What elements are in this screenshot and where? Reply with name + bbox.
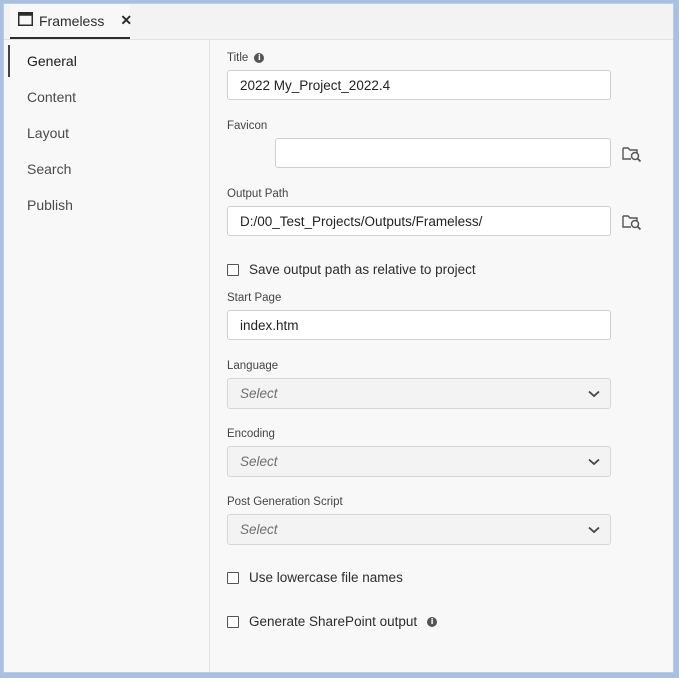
favicon-label: Favicon	[227, 120, 268, 132]
encoding-select[interactable]: Select	[227, 446, 611, 477]
window-icon	[18, 12, 33, 29]
chevron-down-icon	[588, 522, 600, 537]
sharepoint-row: Generate SharePoint output i	[227, 614, 438, 629]
output-path-label: Output Path	[227, 188, 289, 200]
sidebar-item-general[interactable]: General	[4, 43, 209, 79]
sharepoint-checkbox[interactable]	[227, 615, 239, 628]
title-input[interactable]	[227, 70, 611, 100]
save-relative-checkbox[interactable]	[227, 263, 239, 276]
sidebar-item-search[interactable]: Search	[4, 151, 209, 187]
tab-bar: Frameless ✕	[4, 4, 673, 40]
chevron-down-icon	[588, 454, 600, 469]
browse-folder-icon[interactable]	[622, 213, 644, 233]
lowercase-label: Use lowercase file names	[249, 570, 403, 585]
save-relative-row: Save output path as relative to project	[227, 262, 476, 277]
frameless-settings-panel: Frameless ✕ General Content Layout Searc…	[3, 3, 674, 673]
lowercase-row: Use lowercase file names	[227, 570, 403, 585]
post-script-label: Post Generation Script	[227, 496, 343, 508]
lowercase-checkbox[interactable]	[227, 571, 239, 584]
close-icon[interactable]: ✕	[120, 12, 132, 29]
language-select-value: Select	[240, 386, 278, 401]
encoding-label: Encoding	[227, 428, 275, 440]
language-select[interactable]: Select	[227, 378, 611, 409]
post-script-select[interactable]: Select	[227, 514, 611, 545]
sidebar-item-content[interactable]: Content	[4, 79, 209, 115]
chevron-down-icon	[588, 386, 600, 401]
info-icon[interactable]: i	[427, 616, 438, 627]
tab-label: Frameless	[39, 12, 105, 29]
favicon-input[interactable]	[275, 138, 611, 168]
language-label: Language	[227, 360, 279, 372]
output-path-input[interactable]	[227, 206, 611, 236]
title-label: Title i	[227, 52, 265, 64]
info-icon[interactable]: i	[254, 53, 265, 63]
encoding-select-value: Select	[240, 454, 278, 469]
post-script-select-value: Select	[240, 522, 278, 537]
start-page-input[interactable]	[227, 310, 611, 340]
browse-folder-icon[interactable]	[622, 145, 644, 165]
sidebar-item-publish[interactable]: Publish	[4, 187, 209, 223]
sidebar: General Content Layout Search Publish	[4, 40, 210, 672]
start-page-label: Start Page	[227, 292, 282, 304]
tab-frameless[interactable]: Frameless ✕	[10, 4, 132, 39]
save-relative-label: Save output path as relative to project	[249, 262, 476, 277]
sharepoint-label: Generate SharePoint output	[249, 614, 418, 629]
general-settings-form: Title i Favicon Output Path	[211, 40, 673, 672]
sidebar-item-layout[interactable]: Layout	[4, 115, 209, 151]
